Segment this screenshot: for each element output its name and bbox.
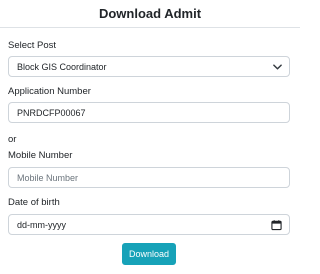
post-select[interactable]: Block GIS Coordinator (8, 56, 290, 77)
application-number-label: Application Number (8, 86, 91, 97)
application-number-input[interactable]: PNRDCFP00067 (8, 102, 290, 123)
dob-label: Date of birth (8, 197, 60, 208)
mobile-number-input[interactable]: Mobile Number (8, 167, 290, 188)
post-label: Select Post (8, 40, 57, 51)
dob-placeholder: dd-mm-yyyy (17, 219, 66, 230)
chevron-down-icon (273, 63, 282, 70)
mobile-number-label: Mobile Number (8, 150, 73, 161)
post-select-value: Block GIS Coordinator (17, 61, 107, 72)
mobile-number-placeholder: Mobile Number (17, 172, 79, 183)
application-number-value: PNRDCFP00067 (17, 107, 86, 118)
or-text: or (8, 134, 17, 145)
download-button[interactable]: Download (122, 243, 176, 265)
calendar-icon[interactable] (271, 219, 282, 230)
dob-input[interactable]: dd-mm-yyyy (8, 214, 290, 235)
page-header: Download Admit (0, 0, 300, 28)
page-title: Download Admit (98, 6, 202, 21)
